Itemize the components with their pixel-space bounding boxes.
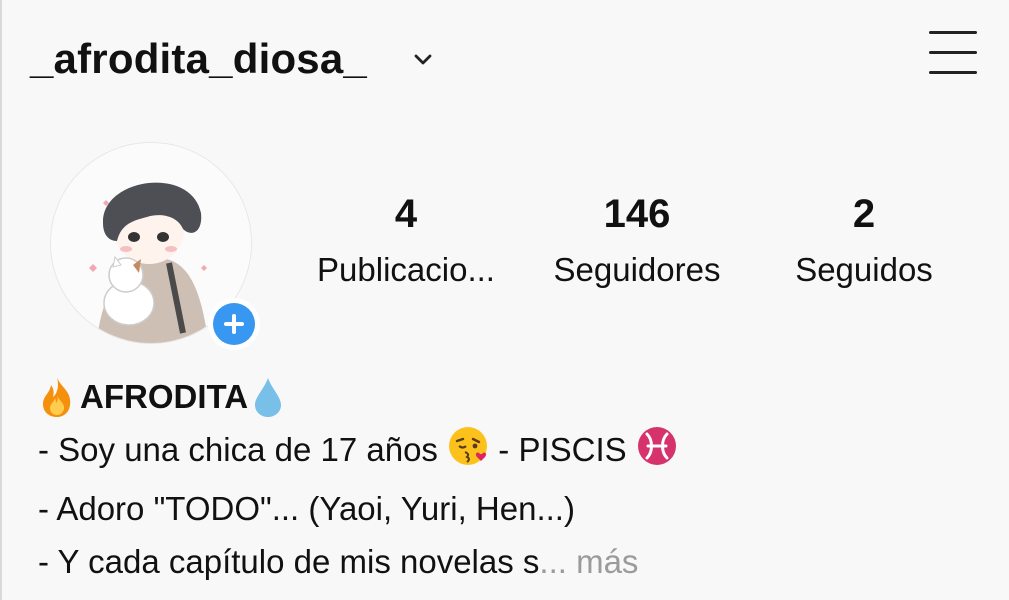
bio-line-3-text: - Y cada capítulo de mis novelas s xyxy=(38,543,540,580)
chevron-down-icon[interactable] xyxy=(412,48,434,70)
posts-stat[interactable]: 4 Publicacio... xyxy=(300,190,512,290)
posts-count: 4 xyxy=(394,192,418,236)
username-switcher[interactable]: _afrodita_diosa_ xyxy=(30,35,367,83)
hamburger-menu-icon[interactable] xyxy=(923,27,979,81)
bio-line-2: - Adoro "TODO"... (Yaoi, Yuri, Hen...) xyxy=(38,490,575,527)
droplet-icon xyxy=(255,377,282,417)
more-link[interactable]: más xyxy=(567,543,638,580)
add-story-button[interactable] xyxy=(208,298,260,350)
bio-line-1-text-2: - PISCIS xyxy=(498,431,627,468)
plus-icon xyxy=(213,303,255,345)
bio-name-line: AFRODITA xyxy=(38,370,979,423)
posts-label: Publicacio... xyxy=(317,251,495,288)
kiss-face-icon xyxy=(447,425,489,482)
following-label: Seguidos xyxy=(795,251,933,288)
bio-line-1-text: - Soy una chica de 17 años xyxy=(38,431,438,468)
profile-bio: AFRODITA - Soy una chica de 17 años - PI… xyxy=(38,370,979,588)
followers-label: Seguidores xyxy=(553,251,721,288)
screen-edge xyxy=(0,0,2,600)
followers-stat[interactable]: 146 Seguidores xyxy=(532,190,742,290)
fire-icon xyxy=(43,376,71,417)
pisces-icon xyxy=(636,425,678,482)
profile-header: _afrodita_diosa_ xyxy=(30,30,979,90)
followers-count: 146 xyxy=(603,192,671,236)
bio-line-1: - Soy una chica de 17 años - PISCIS xyxy=(38,423,979,482)
bio-ellipsis: ... xyxy=(539,543,567,580)
following-stat[interactable]: 2 Seguidos xyxy=(760,190,968,290)
bio-name: AFRODITA xyxy=(80,378,249,415)
bio-line-3: - Y cada capítulo de mis novelas s... má… xyxy=(38,535,979,588)
following-count: 2 xyxy=(852,192,876,236)
